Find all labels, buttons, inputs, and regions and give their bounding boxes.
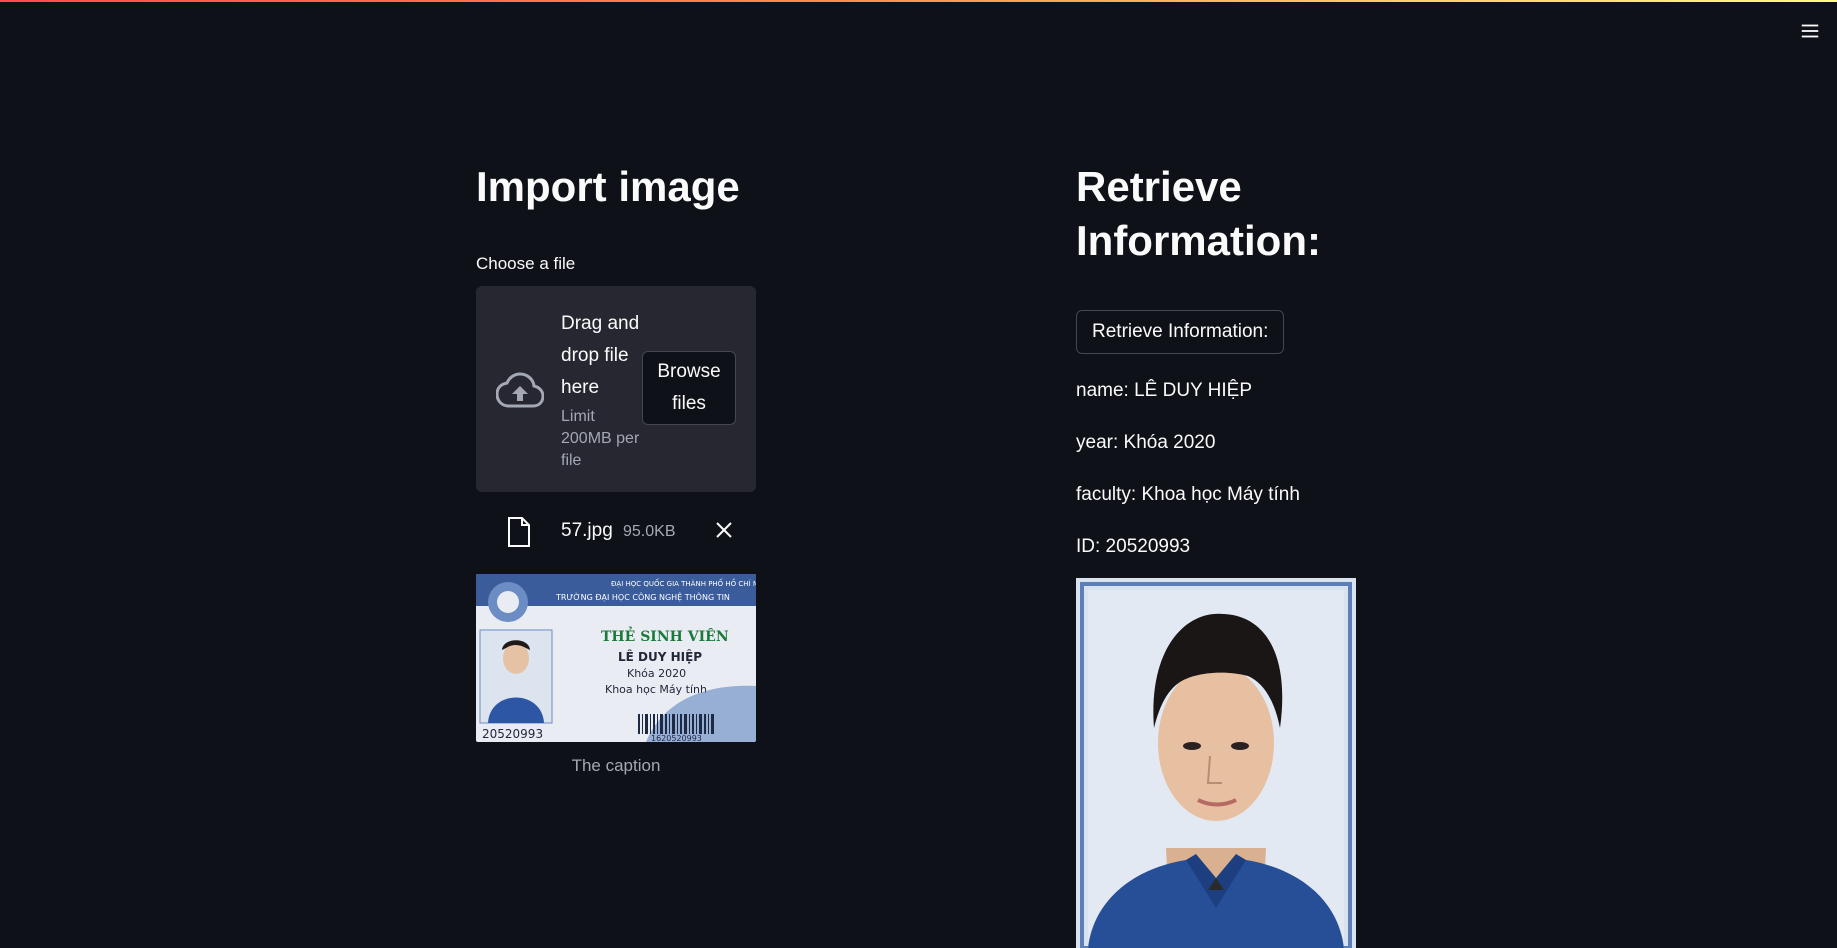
import-title: Import image bbox=[476, 163, 740, 210]
file-icon bbox=[508, 517, 530, 547]
top-decoration-bar bbox=[0, 0, 1837, 2]
main-menu-button[interactable] bbox=[1797, 18, 1823, 44]
cloud-upload-icon bbox=[496, 372, 544, 408]
retrieve-information-button[interactable]: Retrieve Information: bbox=[1076, 310, 1285, 354]
file-uploader-label: Choose a file bbox=[476, 254, 576, 273]
hamburger-icon bbox=[1801, 24, 1819, 38]
info-name: name: LÊ DUY HIỆP bbox=[1076, 380, 1253, 401]
retrieve-column: Retrieve Information: Retrieve Informati… bbox=[1076, 160, 1376, 948]
dropzone-instruction: Drag and drop file here bbox=[561, 313, 640, 398]
card-university-text: ĐẠI HỌC QUỐC GIA THÀNH PHỐ HỒ CHÍ MINH bbox=[611, 578, 756, 588]
import-column: Import image Choose a file Drag and drop… bbox=[476, 160, 756, 776]
card-student-faculty: Khoa học Máy tính bbox=[605, 683, 707, 696]
uploaded-file-row: 57.jpg 95.0KB bbox=[476, 512, 756, 548]
image-caption: The caption bbox=[571, 756, 661, 775]
card-barcode-number: 1620520993 bbox=[651, 734, 702, 742]
info-year: year: Khóa 2020 bbox=[1076, 432, 1216, 453]
info-faculty: faculty: Khoa học Máy tính bbox=[1076, 484, 1300, 505]
dropzone-text: Drag and drop file here Limit 200MB per … bbox=[561, 308, 646, 472]
card-student-id: 20520993 bbox=[482, 727, 543, 741]
browse-files-button[interactable]: Browse files bbox=[642, 351, 736, 425]
uploaded-file-name: 57.jpg bbox=[561, 520, 613, 541]
info-id: ID: 20520993 bbox=[1076, 536, 1191, 557]
file-dropzone[interactable]: Drag and drop file here Limit 200MB per … bbox=[476, 286, 756, 492]
portrait-image bbox=[1076, 578, 1356, 948]
uploaded-image: ĐẠI HỌC QUỐC GIA THÀNH PHỐ HỒ CHÍ MINH T… bbox=[476, 574, 756, 742]
card-student-name: LÊ DUY HIỆP bbox=[618, 649, 702, 664]
card-school-text: TRƯỜNG ĐẠI HỌC CÔNG NGHỆ THÔNG TIN bbox=[555, 591, 730, 603]
card-student-year: Khóa 2020 bbox=[627, 667, 686, 680]
uploaded-file-size: 95.0KB bbox=[623, 523, 676, 540]
close-icon[interactable] bbox=[712, 518, 736, 542]
retrieve-title: Retrieve Information: bbox=[1076, 163, 1321, 264]
dropzone-limit: Limit 200MB per file bbox=[561, 408, 640, 469]
